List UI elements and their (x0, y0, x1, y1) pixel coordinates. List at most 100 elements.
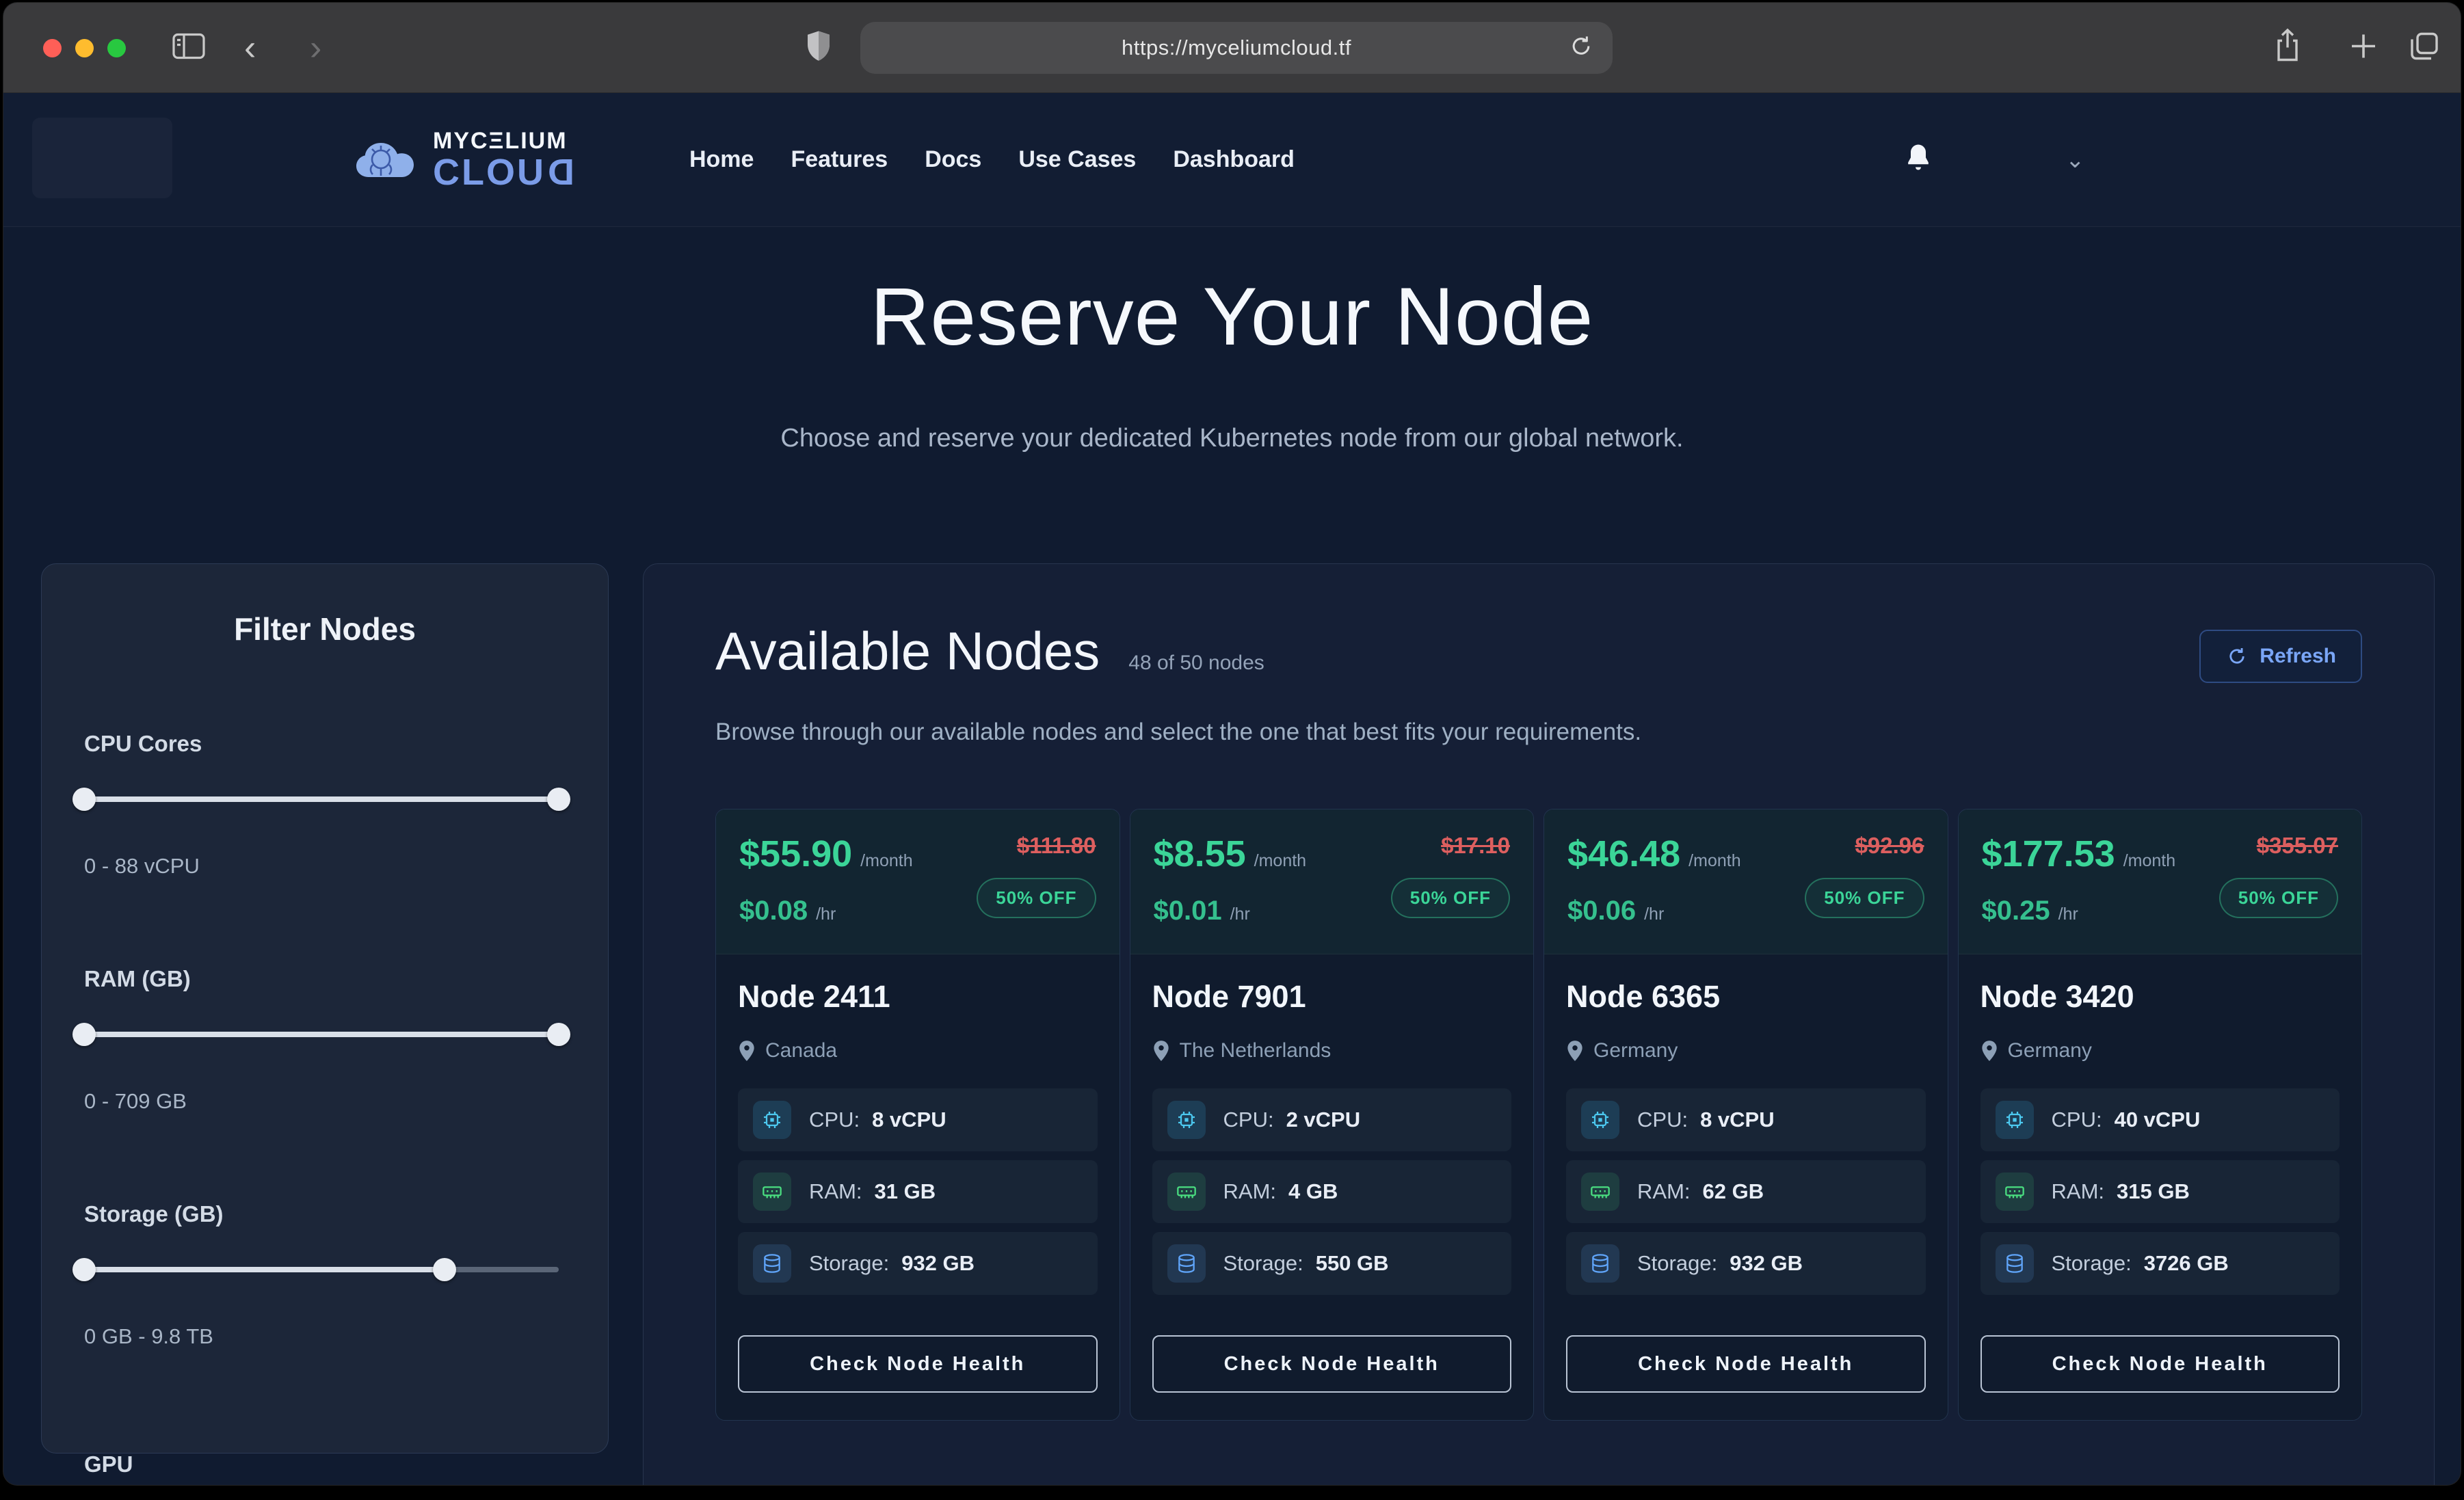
account-chevron-down-icon[interactable]: ⌄ (2065, 146, 2085, 174)
node-name: Node 7901 (1152, 979, 1512, 1015)
browser-window: ‹ › https://myceliumcloud.tf (3, 3, 2461, 1485)
node-name: Node 2411 (738, 979, 1098, 1015)
price-monthly: $8.55 (1154, 833, 1246, 875)
refresh-icon (2225, 645, 2249, 668)
ram-spec-row: RAM:31 GB (738, 1160, 1098, 1223)
ram-range-value: 0 - 709 GB (84, 1089, 566, 1114)
cpu-slider-thumb-max[interactable] (547, 788, 570, 811)
cpu-icon (1581, 1101, 1619, 1139)
available-nodes-panel: Available Nodes 48 of 50 nodes Refresh B… (643, 563, 2435, 1485)
cpu-icon (1167, 1101, 1206, 1139)
refresh-button[interactable]: Refresh (2199, 630, 2362, 683)
nav-link-home[interactable]: Home (689, 146, 754, 173)
check-node-health-button[interactable]: Check Node Health (738, 1335, 1098, 1393)
price-hourly: $0.01 (1154, 896, 1222, 926)
brand-logo[interactable]: MYCΞLIUM CLOUD (354, 129, 574, 191)
zoom-window-button[interactable] (107, 39, 126, 57)
ram-slider-thumb-max[interactable] (547, 1023, 570, 1046)
ram-spec-row: RAM:4 GB (1152, 1160, 1512, 1223)
card-price-header: $8.55/month $0.01/hr $17.10 50% OFF (1130, 809, 1534, 954)
privacy-shield-icon[interactable] (805, 29, 832, 66)
original-price: $355.07 (2257, 833, 2338, 859)
node-card-grid: $55.90/month $0.08/hr $111.80 50% OFF No… (715, 809, 2362, 1421)
notifications-bell-icon[interactable] (1903, 142, 1933, 178)
filter-panel: Filter Nodes CPU Cores 0 - 88 vCPU RAM (… (41, 563, 609, 1454)
storage-spec-row: Storage:932 GB (1566, 1232, 1926, 1295)
node-location: The Netherlands (1180, 1039, 1332, 1062)
node-name: Node 3420 (1981, 979, 2340, 1015)
reload-icon[interactable] (1567, 33, 1595, 64)
storage-icon (1167, 1244, 1206, 1283)
price-monthly: $46.48 (1567, 833, 1680, 875)
price-monthly: $177.53 (1982, 833, 2115, 875)
original-price: $17.10 (1441, 833, 1510, 859)
nav-placeholder (32, 118, 172, 198)
brand-name-bottom: CLOUD (433, 154, 574, 191)
ram-icon (1167, 1173, 1206, 1211)
url-text: https://myceliumcloud.tf (1122, 36, 1351, 60)
browser-chrome: ‹ › https://myceliumcloud.tf (3, 3, 2461, 93)
site-navbar: MYCΞLIUM CLOUD Home Features Docs Use Ca… (3, 93, 2461, 227)
nav-link-use-cases[interactable]: Use Cases (1018, 146, 1136, 173)
storage-range-value: 0 GB - 9.8 TB (84, 1324, 566, 1349)
cpu-spec-row: CPU:8 vCPU (738, 1088, 1098, 1151)
nav-link-docs[interactable]: Docs (925, 146, 981, 173)
ram-range-slider[interactable] (84, 1032, 559, 1037)
node-count-badge: 48 of 50 nodes (1128, 652, 1264, 675)
tab-overview-icon[interactable] (2408, 29, 2441, 66)
close-window-button[interactable] (43, 39, 62, 57)
cpu-range-slider[interactable] (84, 796, 559, 802)
brand-name-top: MYCΞLIUM (433, 129, 574, 152)
address-bar[interactable]: https://myceliumcloud.tf (860, 22, 1613, 74)
card-price-header: $55.90/month $0.08/hr $111.80 50% OFF (716, 809, 1120, 954)
price-hourly: $0.25 (1982, 896, 2050, 926)
cpu-spec-row: CPU:40 vCPU (1981, 1088, 2340, 1151)
node-location: Canada (765, 1039, 837, 1062)
ram-icon (753, 1173, 791, 1211)
cpu-slider-thumb-min[interactable] (72, 788, 96, 811)
ram-filter-label: RAM (GB) (84, 966, 566, 992)
cpu-spec-row: CPU:2 vCPU (1152, 1088, 1512, 1151)
node-card: $177.53/month $0.25/hr $355.07 50% OFF N… (1958, 809, 2363, 1421)
cpu-icon (1996, 1101, 2034, 1139)
storage-slider-thumb-min[interactable] (72, 1258, 96, 1281)
new-tab-icon[interactable] (2348, 30, 2379, 65)
sidebar-toggle-icon[interactable] (172, 32, 206, 63)
cloud-brain-icon (354, 133, 422, 187)
storage-icon (1581, 1244, 1619, 1283)
location-pin-icon (1981, 1040, 1998, 1062)
check-node-health-button[interactable]: Check Node Health (1566, 1335, 1926, 1393)
cpu-range-value: 0 - 88 vCPU (84, 854, 566, 879)
storage-slider-thumb-max[interactable] (433, 1258, 456, 1281)
gpu-filter-label: GPU (84, 1451, 566, 1477)
check-node-health-button[interactable]: Check Node Health (1152, 1335, 1512, 1393)
card-price-header: $46.48/month $0.06/hr $92.96 50% OFF (1544, 809, 1948, 954)
panel-header: Available Nodes 48 of 50 nodes Refresh (715, 620, 2362, 683)
ram-spec-row: RAM:62 GB (1566, 1160, 1926, 1223)
share-icon[interactable] (2273, 28, 2303, 67)
price-hourly: $0.06 (1567, 896, 1636, 926)
cpu-spec-row: CPU:8 vCPU (1566, 1088, 1926, 1151)
filter-title: Filter Nodes (84, 611, 566, 647)
ram-icon (1581, 1173, 1619, 1211)
back-button[interactable]: ‹ (244, 30, 256, 66)
discount-badge: 50% OFF (1805, 878, 1924, 918)
original-price: $111.80 (1017, 833, 1096, 859)
minimize-window-button[interactable] (75, 39, 94, 57)
nav-link-features[interactable]: Features (791, 146, 888, 173)
node-card: $55.90/month $0.08/hr $111.80 50% OFF No… (715, 809, 1120, 1421)
node-name: Node 6365 (1566, 979, 1926, 1015)
discount-badge: 50% OFF (977, 878, 1096, 918)
original-price: $92.96 (1855, 833, 1924, 859)
node-location: Germany (2008, 1039, 2092, 1062)
ram-slider-thumb-min[interactable] (72, 1023, 96, 1046)
storage-spec-row: Storage:3726 GB (1981, 1232, 2340, 1295)
storage-spec-row: Storage:932 GB (738, 1232, 1098, 1295)
forward-button[interactable]: › (310, 30, 321, 66)
storage-spec-row: Storage:550 GB (1152, 1232, 1512, 1295)
nav-link-dashboard[interactable]: Dashboard (1173, 146, 1295, 173)
location-pin-icon (738, 1040, 756, 1062)
check-node-health-button[interactable]: Check Node Health (1981, 1335, 2340, 1393)
storage-range-slider[interactable] (84, 1267, 559, 1272)
panel-description: Browse through our available nodes and s… (715, 719, 2362, 746)
